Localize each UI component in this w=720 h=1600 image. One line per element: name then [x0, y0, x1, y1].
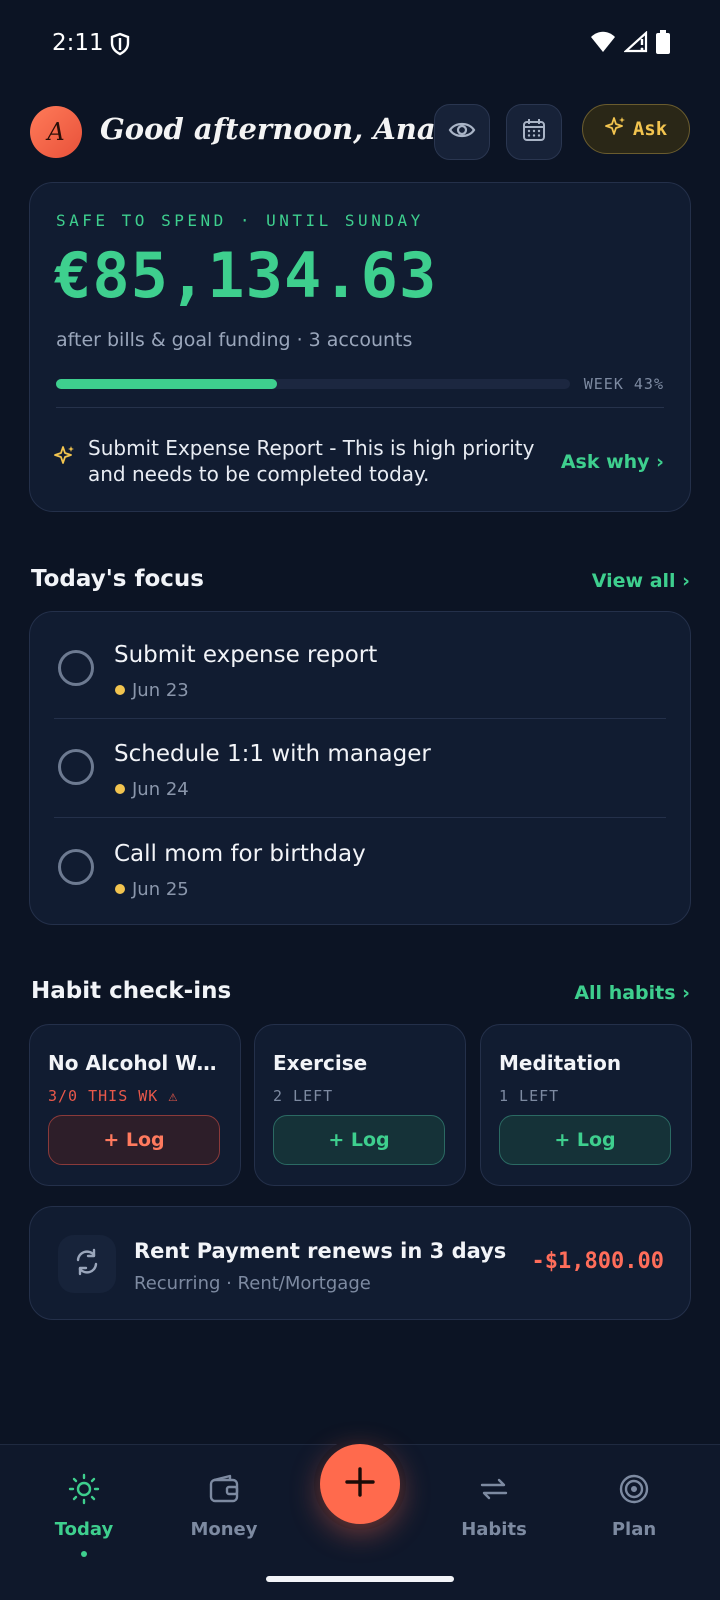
sparkle-icon — [54, 445, 76, 471]
nav-label: Habits — [461, 1519, 527, 1540]
task-date: Jun 23 — [132, 680, 189, 701]
priority-dot — [115, 784, 125, 794]
nav-item-today[interactable]: Today — [24, 1473, 144, 1557]
home-indicator[interactable] — [266, 1576, 454, 1582]
refresh-icon — [73, 1248, 101, 1280]
habit-card[interactable]: No Alcohol Weekdays 3/0 THIS WK ⚠ + Log — [29, 1024, 241, 1186]
battery-icon — [656, 30, 670, 58]
spend-label: SAFE TO SPEND · UNTIL SUNDAY — [56, 211, 424, 230]
week-progress-fill — [56, 379, 278, 389]
target-icon — [618, 1473, 650, 1509]
plus-icon — [343, 1465, 377, 1503]
wifi-icon — [590, 31, 616, 57]
habit-card[interactable]: Meditation 1 LEFT + Log — [480, 1024, 692, 1186]
task-date: Jun 24 — [132, 779, 189, 800]
status-bar: 2:11 — [0, 0, 720, 92]
signal-icon — [623, 30, 648, 57]
visibility-toggle-button[interactable] — [434, 104, 490, 160]
focus-list: Submit expense report Jun 23 Schedule 1:… — [29, 611, 691, 925]
eye-icon — [448, 120, 476, 144]
habit-card[interactable]: Exercise 2 LEFT + Log — [254, 1024, 466, 1186]
wallet-icon — [208, 1473, 240, 1509]
nav-item-money[interactable]: Money — [164, 1473, 284, 1540]
nav-item-habits[interactable]: Habits — [434, 1473, 554, 1540]
add-button[interactable] — [320, 1444, 400, 1524]
habit-title: Exercise — [273, 1051, 368, 1075]
recurring-title: Rent Payment renews in 3 days — [134, 1239, 507, 1263]
log-button[interactable]: + Log — [273, 1115, 445, 1165]
task-checkbox[interactable] — [58, 849, 94, 885]
ask-why-link[interactable]: Ask why › — [561, 451, 664, 473]
habit-status: 2 LEFT — [273, 1087, 334, 1105]
shield-icon — [110, 32, 130, 60]
divider — [56, 407, 664, 408]
greeting: Good afternoon, Ana. — [100, 112, 446, 146]
repeat-icon — [478, 1473, 510, 1509]
week-progress-label: WEEK 43% — [583, 375, 664, 393]
header: A Good afternoon, Ana. Ask — [30, 104, 690, 160]
nav-label: Plan — [611, 1519, 657, 1540]
habits-section-title: Habit check-ins — [31, 978, 232, 1004]
recurring-amount: -$1,800.00 — [531, 1249, 664, 1274]
all-habits-link[interactable]: All habits › — [574, 982, 690, 1004]
calendar-icon — [522, 118, 546, 146]
list-item[interactable]: Call mom for birthday Jun 25 — [30, 811, 692, 910]
week-progress-bar — [56, 379, 570, 389]
spend-subtitle: after bills & goal funding · 3 accounts — [56, 329, 413, 351]
task-title: Submit expense report — [114, 642, 378, 668]
focus-section-title: Today's focus — [31, 566, 204, 592]
nav-label: Money — [190, 1519, 258, 1540]
task-title: Schedule 1:1 with manager — [114, 741, 431, 767]
recurring-icon-tile — [58, 1235, 116, 1293]
habit-title: Meditation — [499, 1051, 622, 1075]
avatar[interactable]: A — [30, 106, 82, 158]
habit-title: No Alcohol Weekdays — [48, 1051, 230, 1075]
list-item[interactable]: Submit expense report Jun 23 — [30, 612, 692, 711]
priority-dot — [115, 685, 125, 695]
active-indicator — [81, 1551, 87, 1557]
view-all-link[interactable]: View all › — [592, 570, 690, 592]
list-item[interactable]: Schedule 1:1 with manager Jun 24 — [30, 711, 692, 810]
sun-icon — [68, 1473, 100, 1509]
task-checkbox[interactable] — [58, 749, 94, 785]
calendar-button[interactable] — [506, 104, 562, 160]
task-title: Call mom for birthday — [114, 841, 366, 867]
habit-status: 1 LEFT — [499, 1087, 560, 1105]
sparkle-icon — [604, 116, 627, 143]
priority-dot — [115, 884, 125, 894]
nav-item-plan[interactable]: Plan — [574, 1473, 694, 1540]
safe-to-spend-card[interactable]: SAFE TO SPEND · UNTIL SUNDAY €85,134.63 … — [29, 182, 691, 512]
habit-status: 3/0 THIS WK ⚠ — [48, 1087, 179, 1105]
task-checkbox[interactable] — [58, 650, 94, 686]
nav-label: Today — [54, 1519, 114, 1540]
log-button[interactable]: + Log — [499, 1115, 671, 1165]
log-button[interactable]: + Log — [48, 1115, 220, 1165]
recurring-payment-card[interactable]: Rent Payment renews in 3 days Recurring … — [29, 1206, 691, 1320]
status-time: 2:11 — [52, 30, 104, 56]
ask-button[interactable]: Ask — [582, 104, 690, 154]
recurring-subtitle: Recurring · Rent/Mortgage — [134, 1273, 371, 1294]
spend-amount: €85,134.63 — [54, 239, 438, 312]
task-date: Jun 25 — [132, 879, 189, 900]
ask-label: Ask — [632, 118, 668, 140]
priority-tip: Submit Expense Report - This is high pri… — [88, 436, 535, 486]
